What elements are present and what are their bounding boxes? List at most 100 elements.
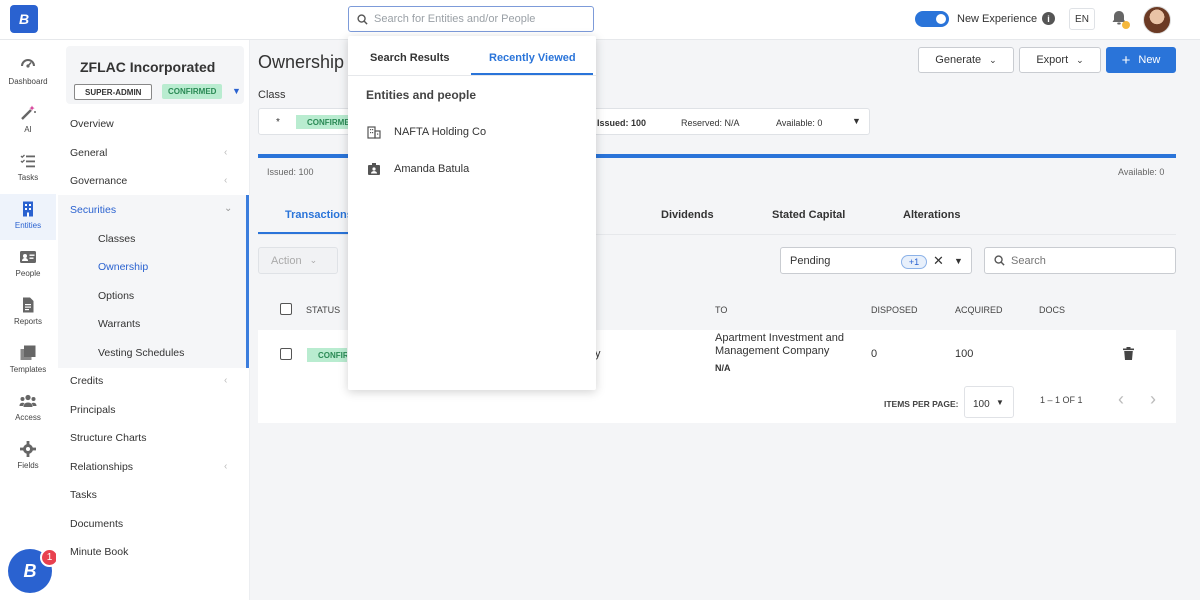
recent-item-amanda[interactable]: Amanda Batula xyxy=(348,154,596,184)
nav-warrants[interactable]: Warrants xyxy=(98,318,140,330)
class-name: * xyxy=(276,117,280,128)
generate-button[interactable]: Generate ⌄ xyxy=(918,47,1014,73)
new-experience-toggle[interactable] xyxy=(915,11,949,27)
company-name: ZFLAC Incorporated xyxy=(80,59,216,75)
chevron-down-icon: ⌄ xyxy=(224,203,233,214)
new-label: New xyxy=(1138,54,1161,66)
rail-fields[interactable]: Fields xyxy=(0,434,56,480)
row-disposed: 0 xyxy=(871,348,878,360)
items-per-page-select[interactable]: 100 ▼ xyxy=(964,386,1014,418)
page-title: Ownership xyxy=(258,52,345,72)
group-icon xyxy=(19,394,37,407)
gear-icon xyxy=(20,441,36,457)
rail-label: Access xyxy=(15,413,41,422)
class-available: Available: 0 xyxy=(776,118,823,128)
tab-alterations[interactable]: Alterations xyxy=(903,209,960,221)
class-reserved: Reserved: N/A xyxy=(681,118,740,128)
user-avatar[interactable] xyxy=(1143,6,1171,34)
action-label: Action xyxy=(271,254,302,267)
tab-stated-capital[interactable]: Stated Capital xyxy=(772,209,845,221)
language-button[interactable]: EN xyxy=(1069,8,1095,30)
chevron-left-icon: ‹ xyxy=(224,175,228,186)
nav-principals[interactable]: Principals xyxy=(70,404,116,416)
nav-general[interactable]: General xyxy=(70,147,107,159)
action-button[interactable]: Action ⌄ xyxy=(258,247,338,274)
nav-options[interactable]: Options xyxy=(98,290,134,302)
status-filter[interactable]: Pending +1 ✕ ▼ xyxy=(780,247,972,274)
rail-dashboard[interactable]: Dashboard xyxy=(0,50,56,96)
row-status-badge: CONFIRMED xyxy=(307,348,347,362)
nav-vesting-schedules[interactable]: Vesting Schedules xyxy=(98,347,184,359)
chevron-down-icon: ⌄ xyxy=(309,255,318,265)
nav-overview[interactable]: Overview xyxy=(70,118,114,130)
recent-item-nafta[interactable]: NAFTA Holding Co xyxy=(348,117,596,147)
chevron-left-icon: ‹ xyxy=(224,461,228,472)
next-page-icon[interactable]: › xyxy=(1150,389,1156,410)
nav-securities[interactable]: Securities xyxy=(70,204,116,216)
rail-reports[interactable]: Reports xyxy=(0,290,56,336)
chevron-left-icon: ‹ xyxy=(224,375,228,386)
active-tab-underline xyxy=(471,73,593,75)
rail-people[interactable]: People xyxy=(0,242,56,288)
class-status-badge: CONFIRMED xyxy=(296,115,356,129)
export-button[interactable]: Export ⌄ xyxy=(1019,47,1101,73)
class-issued: Issued: 100 xyxy=(597,118,647,128)
chevron-down-icon[interactable]: ▼ xyxy=(232,86,241,96)
rail-tasks[interactable]: Tasks xyxy=(0,146,56,192)
tab-recently-viewed[interactable]: Recently Viewed xyxy=(489,52,576,64)
tab-dividends[interactable]: Dividends xyxy=(661,209,714,221)
toggle-knob xyxy=(934,12,948,26)
tasks-icon xyxy=(20,154,35,168)
nav-ownership[interactable]: Ownership xyxy=(98,261,148,273)
status-badge: CONFIRMED xyxy=(162,84,223,99)
nav-tasks[interactable]: Tasks xyxy=(70,489,97,501)
app-logo[interactable]: B xyxy=(10,5,38,33)
dashboard-icon xyxy=(21,59,35,68)
rail-templates[interactable]: Templates xyxy=(0,338,56,384)
select-all-checkbox[interactable] xyxy=(280,303,292,315)
row-to-name-line1[interactable]: Apartment Investment and xyxy=(715,332,844,344)
prev-page-icon[interactable]: ‹ xyxy=(1118,389,1124,410)
trash-icon[interactable] xyxy=(1123,347,1134,360)
nav-credits[interactable]: Credits xyxy=(70,375,103,387)
tab-transactions[interactable]: Transactions xyxy=(285,209,353,221)
new-button[interactable]: + New xyxy=(1106,47,1176,73)
new-experience-label: New Experience xyxy=(957,13,1038,25)
caret-down-icon: ▼ xyxy=(954,256,963,266)
clear-filter-icon[interactable]: ✕ xyxy=(933,253,944,269)
nav-structure-charts[interactable]: Structure Charts xyxy=(70,432,146,444)
nav-governance[interactable]: Governance xyxy=(70,175,127,187)
top-bar: B New Experience i EN xyxy=(0,0,1200,40)
nav-classes[interactable]: Classes xyxy=(98,233,135,245)
nav-relationships[interactable]: Relationships xyxy=(70,461,133,473)
global-search-box[interactable] xyxy=(348,6,594,32)
global-search-input[interactable] xyxy=(374,13,584,25)
header-to: TO xyxy=(715,305,728,315)
rail-label: Tasks xyxy=(17,173,39,182)
nav-minute-book[interactable]: Minute Book xyxy=(70,546,128,558)
building-icon xyxy=(23,201,33,217)
chevron-down-icon: ⌄ xyxy=(1076,54,1084,65)
row-to-sub: N/A xyxy=(715,363,731,373)
header-docs: DOCS xyxy=(1039,305,1066,315)
rail-access[interactable]: Access xyxy=(0,386,56,432)
notification-dot xyxy=(1122,21,1130,29)
tab-search-results[interactable]: Search Results xyxy=(370,52,449,64)
progress-issued-label: Issued: 100 xyxy=(267,167,314,177)
rail-ai[interactable]: AI xyxy=(0,98,56,144)
table-search-input[interactable] xyxy=(1011,254,1161,267)
rail-entities[interactable]: Entities xyxy=(0,194,56,240)
nav-documents[interactable]: Documents xyxy=(70,518,123,530)
info-icon[interactable]: i xyxy=(1042,12,1055,25)
magic-wand-icon xyxy=(21,105,36,120)
person-card-icon xyxy=(20,251,36,263)
notifications-button[interactable] xyxy=(1110,9,1130,29)
rail-label: AI xyxy=(24,125,32,134)
row-to-name-line2[interactable]: Management Company xyxy=(715,345,829,357)
chevron-down-icon: ⌄ xyxy=(989,54,997,65)
items-per-page-value: 100 xyxy=(973,399,990,410)
plus-icon: + xyxy=(1121,51,1131,69)
table-search-box[interactable] xyxy=(984,247,1176,274)
row-checkbox[interactable] xyxy=(280,348,292,360)
company-card[interactable]: ZFLAC Incorporated SUPER-ADMIN CONFIRMED… xyxy=(66,46,244,104)
